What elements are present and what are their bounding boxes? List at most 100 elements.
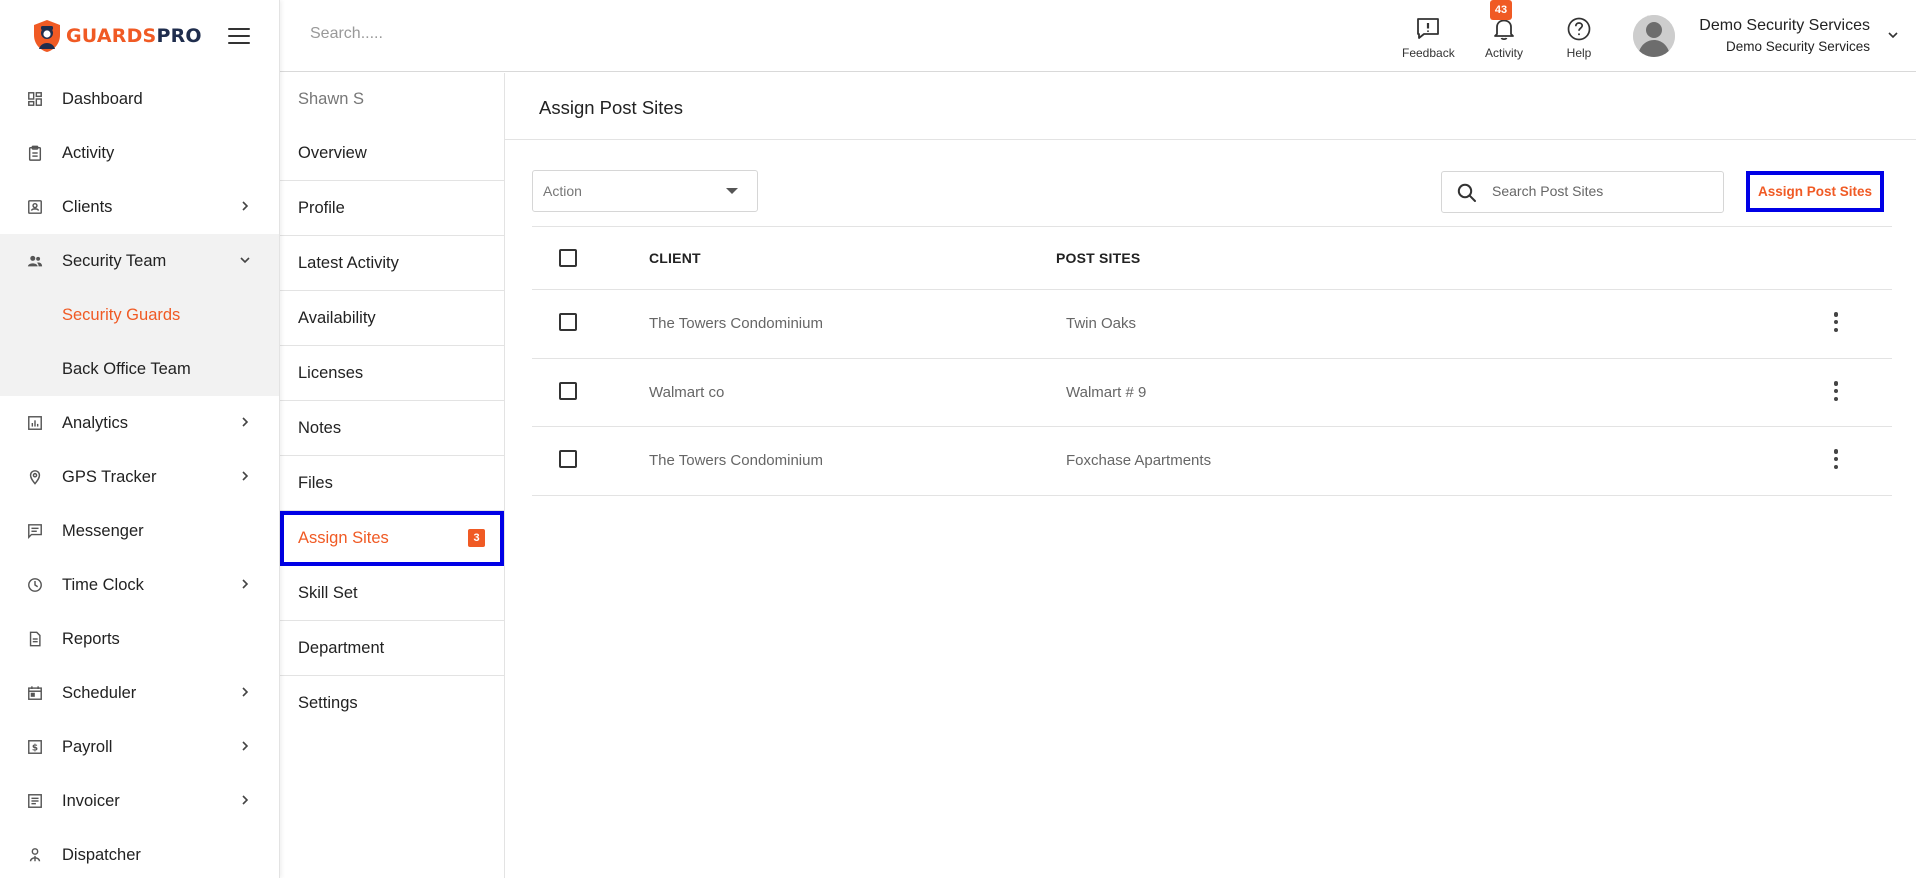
profile-tab-overview[interactable]: Overview [280, 126, 504, 181]
post-site-search[interactable] [1441, 171, 1724, 213]
sidebar-item-analytics[interactable]: Analytics [0, 396, 279, 450]
profile-tab-label: Department [298, 638, 385, 657]
profile-tab-settings[interactable]: Settings [280, 676, 504, 731]
sidebar-item-label: Time Clock [62, 575, 144, 594]
client-cell: The Towers Condominium [649, 315, 823, 332]
help-button[interactable]: Help [1566, 16, 1592, 60]
document-icon [26, 630, 44, 648]
chevron-right-icon [238, 793, 252, 807]
profile-tab-assign-sites[interactable]: Assign Sites 3 [280, 511, 504, 566]
sidebar-item-gps-tracker[interactable]: GPS Tracker [0, 450, 279, 504]
more-options-icon[interactable] [1833, 312, 1839, 332]
dollar-icon: $ [26, 738, 44, 756]
brand: GUARDSPRO [0, 0, 279, 72]
help-icon [1567, 17, 1591, 41]
guard-name: Shawn S [298, 90, 365, 108]
sidebar-item-reports[interactable]: Reports [0, 612, 279, 666]
sidebar-item-dispatcher[interactable]: Dispatcher [0, 828, 279, 878]
profile-tab-label: Assign Sites [298, 528, 389, 547]
post-sites-table: CLIENT POST SITES The Towers Condominium… [532, 226, 1892, 496]
sidebar-item-scheduler[interactable]: Scheduler [0, 666, 279, 720]
more-options-icon[interactable] [1833, 381, 1839, 401]
post-site-cell: Walmart # 9 [1066, 384, 1147, 401]
people-icon [26, 252, 44, 270]
client-cell: The Towers Condominium [649, 452, 823, 469]
chevron-down-icon[interactable] [1886, 28, 1900, 42]
feedback-button[interactable]: Feedback [1402, 16, 1455, 60]
row-checkbox[interactable] [559, 450, 577, 468]
id-card-icon [26, 198, 44, 216]
sidebar-item-messenger[interactable]: Messenger [0, 504, 279, 558]
profile-tab-skill-set[interactable]: Skill Set [280, 566, 504, 621]
post-site-cell: Twin Oaks [1066, 315, 1137, 332]
action-dropdown-label: Action [543, 183, 582, 199]
profile-tab-files[interactable]: Files [280, 456, 504, 511]
clock-icon [26, 576, 44, 594]
chevron-down-icon [238, 253, 252, 267]
chevron-right-icon [238, 685, 252, 699]
sidebar-item-label: Scheduler [62, 683, 137, 702]
sidebar-item-label: Reports [62, 629, 120, 648]
feedback-icon [1417, 18, 1440, 39]
profile-tab-label: Notes [298, 418, 342, 437]
column-header-client: CLIENT [649, 250, 701, 266]
bar-chart-icon [26, 414, 44, 432]
chevron-right-icon [238, 469, 252, 483]
profile-tab-latest-activity[interactable]: Latest Activity [280, 236, 504, 291]
profile-tab-label: Availability [298, 308, 376, 327]
profile-tab-label: Skill Set [298, 583, 358, 602]
profile-tab-label: Overview [298, 143, 367, 162]
avatar[interactable] [1633, 15, 1675, 57]
calendar-icon [26, 684, 44, 702]
chevron-right-icon [238, 739, 252, 753]
guard-profile-nav: Shawn S Overview Profile Latest Activity Av… [280, 73, 505, 878]
sidebar-item-label: Dashboard [62, 89, 143, 108]
sidebar-item-security-team[interactable]: Security Team [0, 234, 279, 288]
profile-tab-label: Latest Activity [298, 253, 399, 272]
invoice-icon [26, 792, 44, 810]
profile-tab-availability[interactable]: Availability [280, 291, 504, 346]
post-site-search-input[interactable] [1492, 183, 1712, 199]
sidebar-item-label: Analytics [62, 413, 129, 432]
activity-button[interactable]: Activity [1485, 16, 1523, 60]
profile-tab-notes[interactable]: Notes [280, 401, 504, 456]
profile-tab-label: Files [298, 473, 333, 492]
sidebar-item-payroll[interactable]: $ Payroll [0, 720, 279, 774]
sidebar-item-dashboard[interactable]: Dashboard [0, 72, 279, 126]
title-divider [505, 139, 1916, 140]
profile-tab-profile[interactable]: Profile [280, 181, 504, 236]
row-checkbox[interactable] [559, 382, 577, 400]
brand-logo-text: GUARDSPRO [66, 25, 202, 47]
sidebar-subitem-back-office-team[interactable]: Back Office Team [0, 342, 279, 396]
menu-toggle-icon[interactable] [228, 28, 250, 46]
user-silhouette-icon [1633, 15, 1675, 57]
sidebar-item-activity[interactable]: Activity [0, 126, 279, 180]
sidebar-item-invoicer[interactable]: Invoicer [0, 774, 279, 828]
action-dropdown[interactable]: Action [532, 170, 758, 212]
feedback-label: Feedback [1402, 46, 1455, 60]
brand-logo-part2: PRO [156, 25, 202, 47]
table-row: The Towers Condominium Foxchase Apartment… [532, 427, 1892, 496]
sidebar-item-time-clock[interactable]: Time Clock [0, 558, 279, 612]
column-header-post-sites: POST SITES [1056, 250, 1141, 266]
profile-tab-department[interactable]: Department [280, 621, 504, 676]
sidebar-item-clients[interactable]: Clients [0, 180, 279, 234]
sidebar-item-label: Invoicer [62, 791, 120, 810]
sidebar-item-label: Clients [62, 197, 113, 216]
select-all-checkbox[interactable] [559, 249, 577, 267]
profile-tab-label: Licenses [298, 363, 364, 382]
assign-post-sites-button[interactable]: Assign Post Sites [1746, 171, 1884, 212]
profile-tab-licenses[interactable]: Licenses [280, 346, 504, 401]
chevron-right-icon [238, 199, 252, 213]
sidebar-subitem-security-guards[interactable]: Security Guards [0, 288, 279, 342]
more-options-icon[interactable] [1833, 449, 1839, 469]
location-pin-icon [26, 468, 44, 486]
chat-icon [26, 522, 44, 540]
chevron-right-icon [238, 577, 252, 591]
chevron-right-icon [238, 415, 252, 429]
row-checkbox[interactable] [559, 313, 577, 331]
main-sidebar: GUARDSPRO Dashboard Activity Clients Securi… [0, 0, 280, 878]
profile-tab-label: Settings [298, 694, 358, 712]
clipboard-icon [26, 144, 44, 162]
global-search-input[interactable] [310, 25, 630, 43]
